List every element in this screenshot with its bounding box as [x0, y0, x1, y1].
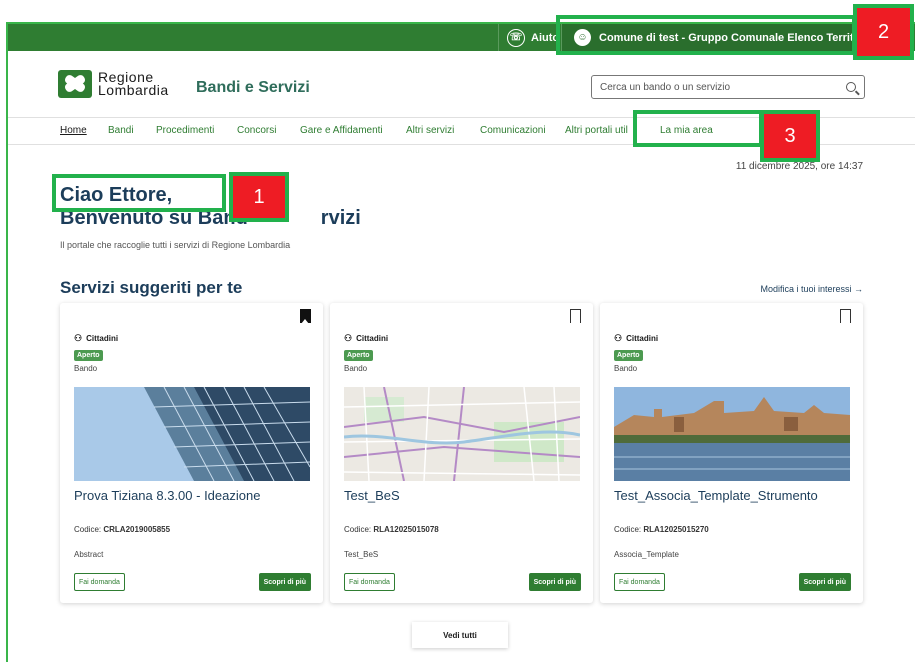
card-title[interactable]: Test_BeS: [344, 488, 400, 503]
card-abstract: Associa_Template: [614, 550, 679, 559]
card-code-value: RLA12025015078: [373, 525, 439, 534]
card-code-label: Codice:: [344, 525, 372, 534]
annotation-box-my-area: [633, 110, 763, 147]
card-category: ⚇ Cittadini: [614, 333, 658, 344]
nav-item-altri-servizi[interactable]: Altri servizi: [406, 125, 454, 136]
annotation-number-3: 3: [760, 110, 820, 162]
card-image-map: [344, 387, 580, 481]
apply-button[interactable]: Fai domanda: [614, 573, 665, 591]
nav-item-procedimenti[interactable]: Procedimenti: [156, 125, 214, 136]
card-code-value: RLA12025015270: [643, 525, 709, 534]
service-card[interactable]: ⚇ Cittadini Aperto Bando Prova Tiziana 8…: [60, 303, 323, 603]
card-code-label: Codice:: [74, 525, 102, 534]
card-type: Bando: [74, 364, 98, 373]
section-title: Servizi suggeriti per te: [60, 278, 243, 297]
card-title[interactable]: Prova Tiziana 8.3.00 - Ideazione: [74, 488, 260, 503]
app-title[interactable]: Bandi e Servizi: [196, 79, 310, 97]
regione-lombardia-logo[interactable]: Regione Lombardia: [58, 70, 169, 98]
status-badge: Aperto: [614, 350, 643, 361]
card-type: Bando: [344, 364, 368, 373]
search-input[interactable]: Cerca un bando o un servizio: [591, 75, 865, 99]
bookmark-icon[interactable]: [840, 309, 851, 324]
people-icon: ⚇: [74, 333, 83, 343]
card-code: Codice: CRLA2019005855: [74, 525, 170, 534]
nav-item-altri-portali[interactable]: Altri portali util: [565, 125, 628, 136]
date-time: 11 dicembre 2025, ore 14:37: [735, 161, 863, 172]
card-image-building: [74, 387, 310, 481]
nav-item-home[interactable]: Home: [60, 125, 87, 136]
annotation-number-2: 2: [853, 4, 914, 60]
edit-interests-link[interactable]: Modifica i tuoi interessi →: [760, 284, 863, 294]
card-image-city: [614, 387, 850, 481]
card-category-label: Cittadini: [626, 334, 659, 343]
card-category: ⚇ Cittadini: [74, 333, 118, 344]
card-type: Bando: [614, 364, 638, 373]
discover-more-button[interactable]: Scopri di più: [528, 573, 581, 591]
phone-help-icon: ☏: [507, 28, 525, 47]
page-subtitle: Il portale che raccoglie tutti i servizi…: [60, 240, 291, 250]
logo-line2: Lombardia: [98, 82, 169, 98]
card-abstract: Abstract: [74, 550, 104, 559]
help-label: Aiuto: [531, 31, 560, 44]
card-code: Codice: RLA12025015270: [614, 525, 709, 534]
card-category-label: Cittadini: [356, 334, 389, 343]
card-abstract: Test_BeS: [344, 550, 379, 559]
search-placeholder: Cerca un bando o un servizio: [600, 81, 731, 93]
card-category: ⚇ Cittadini: [344, 333, 388, 344]
discover-more-button[interactable]: Scopri di più: [258, 573, 311, 591]
status-badge: Aperto: [74, 350, 103, 361]
service-card[interactable]: ⚇ Cittadini Aperto Bando Test_Associa_Te…: [600, 303, 863, 603]
annotation-number-1: 1: [229, 172, 289, 222]
apply-button[interactable]: Fai domanda: [74, 573, 125, 591]
service-card[interactable]: ⚇ Cittadini Aperto Bando Test_BeS Codice…: [330, 303, 593, 603]
search-icon[interactable]: [846, 82, 856, 92]
card-code: Codice: RLA12025015078: [344, 525, 439, 534]
nav-item-concorsi[interactable]: Concorsi: [237, 125, 276, 136]
card-title[interactable]: Test_Associa_Template_Strumento: [614, 488, 818, 503]
help-button[interactable]: ☏ Aiuto: [498, 24, 559, 51]
bookmark-icon[interactable]: [570, 309, 581, 324]
annotation-box-greeting: [52, 174, 226, 212]
nav-item-gare[interactable]: Gare e Affidamenti: [300, 125, 383, 136]
see-all-button[interactable]: Vedi tutti: [412, 622, 508, 648]
nav-item-bandi[interactable]: Bandi: [108, 125, 134, 136]
annotation-box-user: [556, 15, 856, 55]
people-icon: ⚇: [614, 333, 623, 343]
card-category-label: Cittadini: [86, 334, 119, 343]
discover-more-button[interactable]: Scopri di più: [798, 573, 851, 591]
card-code-value: CRLA2019005855: [103, 525, 171, 534]
greeting-welcome-tail: rvizi: [320, 207, 361, 229]
nav-item-comunicazioni[interactable]: Comunicazioni: [480, 125, 546, 136]
status-badge: Aperto: [344, 350, 373, 361]
bookmark-filled-icon[interactable]: [300, 309, 311, 324]
apply-button[interactable]: Fai domanda: [344, 573, 395, 591]
logo-mark-icon: [58, 70, 92, 98]
people-icon: ⚇: [344, 333, 353, 343]
card-code-label: Codice:: [614, 525, 642, 534]
